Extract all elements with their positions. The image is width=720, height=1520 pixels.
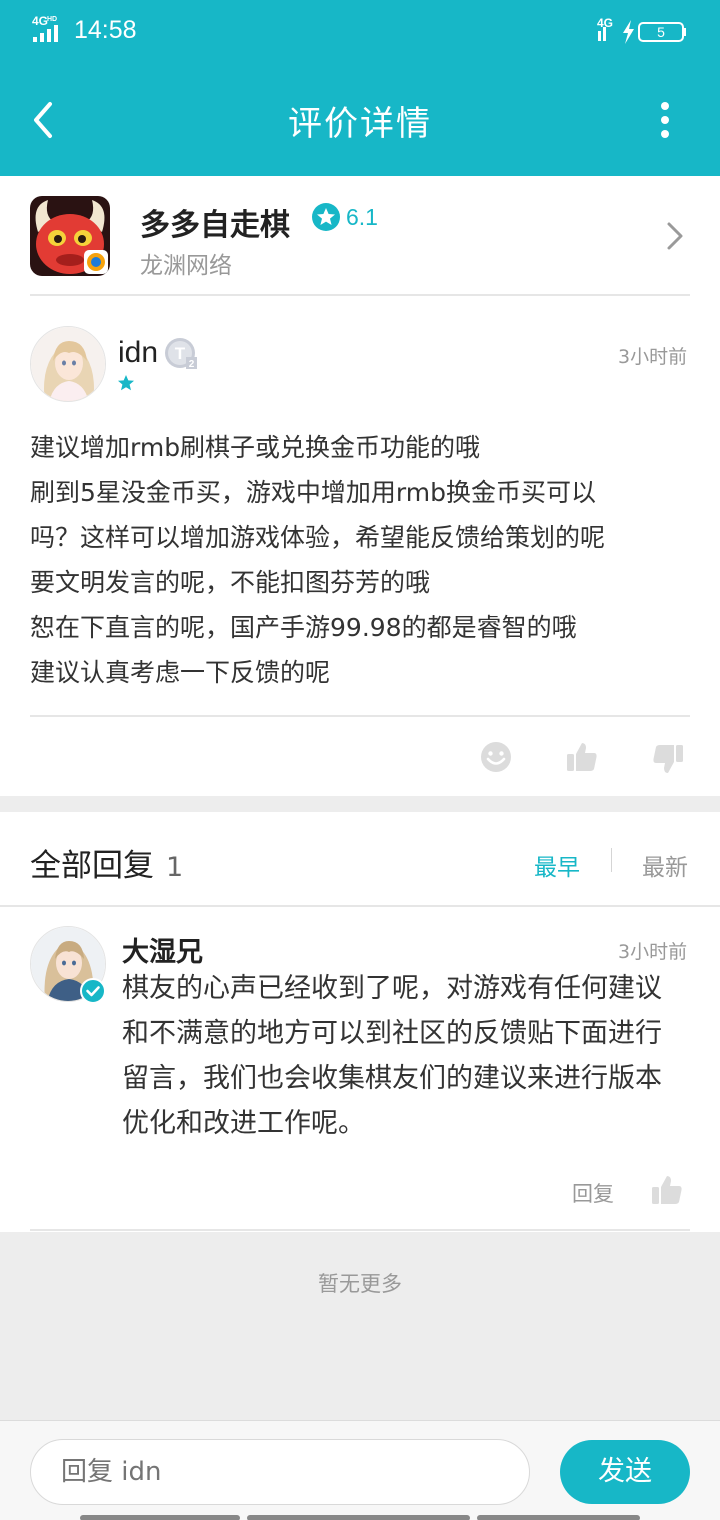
level-badge-icon: T 2 bbox=[165, 338, 197, 370]
chevron-right-icon bbox=[667, 222, 683, 250]
reply-username[interactable]: 大湿兄 bbox=[122, 930, 203, 969]
reply-composer: 发送 bbox=[0, 1420, 720, 1520]
divider bbox=[30, 1229, 690, 1231]
sort-earliest-tab[interactable]: 最早 bbox=[534, 848, 580, 882]
reply-line: 优化和改进工作呢。 bbox=[122, 1108, 365, 1139]
reply-thumbs-up-icon[interactable] bbox=[650, 1173, 684, 1207]
game-rating-score: 6.1 bbox=[346, 203, 378, 230]
review-time: 3小时前 bbox=[618, 346, 688, 368]
game-developer: 龙渊网络 bbox=[140, 253, 232, 279]
review-line: 建议认真考虑一下反馈的呢 bbox=[30, 658, 331, 687]
game-name: 多多自走棋 bbox=[140, 208, 290, 243]
nav-gesture-bar bbox=[80, 1515, 240, 1520]
review-line: 要文明发言的呢，不能扣图芬芳的哦 bbox=[30, 568, 431, 597]
sort-separator bbox=[611, 848, 612, 872]
no-more-text: 暂无更多 bbox=[318, 1272, 402, 1296]
divider bbox=[30, 715, 690, 717]
reply-line: 和不满意的地方可以到社区的反馈贴下面进行 bbox=[122, 1018, 662, 1049]
thumbs-down-icon[interactable] bbox=[651, 742, 685, 776]
replies-count: 1 bbox=[166, 852, 184, 883]
page-title: 评价详情 bbox=[288, 104, 432, 144]
level-badge-letter: T bbox=[175, 344, 186, 363]
reply-line: 棋友的心声已经收到了呢，对游戏有任何建议 bbox=[122, 973, 662, 1004]
status-bar: 4G HD 14:58 4G 5 bbox=[0, 0, 720, 66]
game-icon bbox=[30, 196, 110, 276]
verified-badge-icon bbox=[80, 978, 106, 1004]
signal-4g-text: 4G bbox=[32, 14, 48, 28]
signal-hd-text: HD bbox=[47, 16, 57, 23]
reply-content: 棋友的心声已经收到了呢，对游戏有任何建议 和不满意的地方可以到社区的反馈贴下面进… bbox=[122, 966, 692, 1146]
replies-header: 全部回复 1 bbox=[30, 840, 183, 885]
sort-latest-tab[interactable]: 最新 bbox=[642, 848, 688, 882]
game-info-row[interactable]: 多多自走棋 6.1 龙渊网络 bbox=[0, 176, 720, 296]
review-content: 建议增加rmb刷棋子或兑换金币功能的哦 刷到5星没金币买，游戏中增加用rmb换金… bbox=[30, 425, 700, 695]
send-button[interactable]: 发送 bbox=[560, 1440, 690, 1504]
review-line: 恕在下直言的呢，国产手游99.98的都是睿智的哦 bbox=[30, 613, 577, 642]
avatar[interactable] bbox=[30, 326, 106, 402]
signal-4g-hd-icon: 4G HD bbox=[32, 14, 58, 42]
reply-input[interactable] bbox=[30, 1439, 530, 1505]
nav-gesture-bar bbox=[247, 1515, 470, 1520]
review-line: 刷到5星没金币买，游戏中增加用rmb换金币买可以 bbox=[30, 478, 596, 507]
nav-gesture-bar bbox=[477, 1515, 640, 1520]
level-badge-number: 2 bbox=[189, 359, 195, 370]
reply-time: 3小时前 bbox=[618, 941, 688, 963]
back-arrow-icon[interactable] bbox=[28, 98, 60, 142]
review-username[interactable]: idn bbox=[118, 336, 158, 370]
app-header: 4G HD 14:58 4G 5 评价详情 bbox=[0, 0, 720, 176]
thumbs-up-icon[interactable] bbox=[565, 740, 599, 774]
battery-icon: 4G 5 bbox=[597, 16, 686, 44]
status-time: 14:58 bbox=[74, 16, 137, 44]
emoji-reaction-icon[interactable] bbox=[479, 740, 513, 774]
divider bbox=[0, 905, 720, 907]
battery-level: 5 bbox=[657, 24, 665, 40]
reply-button[interactable]: 回复 bbox=[572, 1178, 614, 1208]
star-icon bbox=[118, 375, 134, 391]
game-rating: 6.1 bbox=[312, 202, 378, 232]
reply-line: 留言，我们也会收集棋友们的建议来进行版本 bbox=[122, 1063, 662, 1094]
review-line: 建议增加rmb刷棋子或兑换金币功能的哦 bbox=[30, 433, 481, 462]
replies-title: 全部回复 bbox=[30, 848, 154, 884]
rating-star-icon bbox=[312, 203, 340, 231]
divider bbox=[30, 294, 690, 296]
review-line: 吗？这样可以增加游戏体验，希望能反馈给策划的呢 bbox=[30, 523, 606, 552]
more-vertical-icon[interactable] bbox=[650, 100, 680, 140]
